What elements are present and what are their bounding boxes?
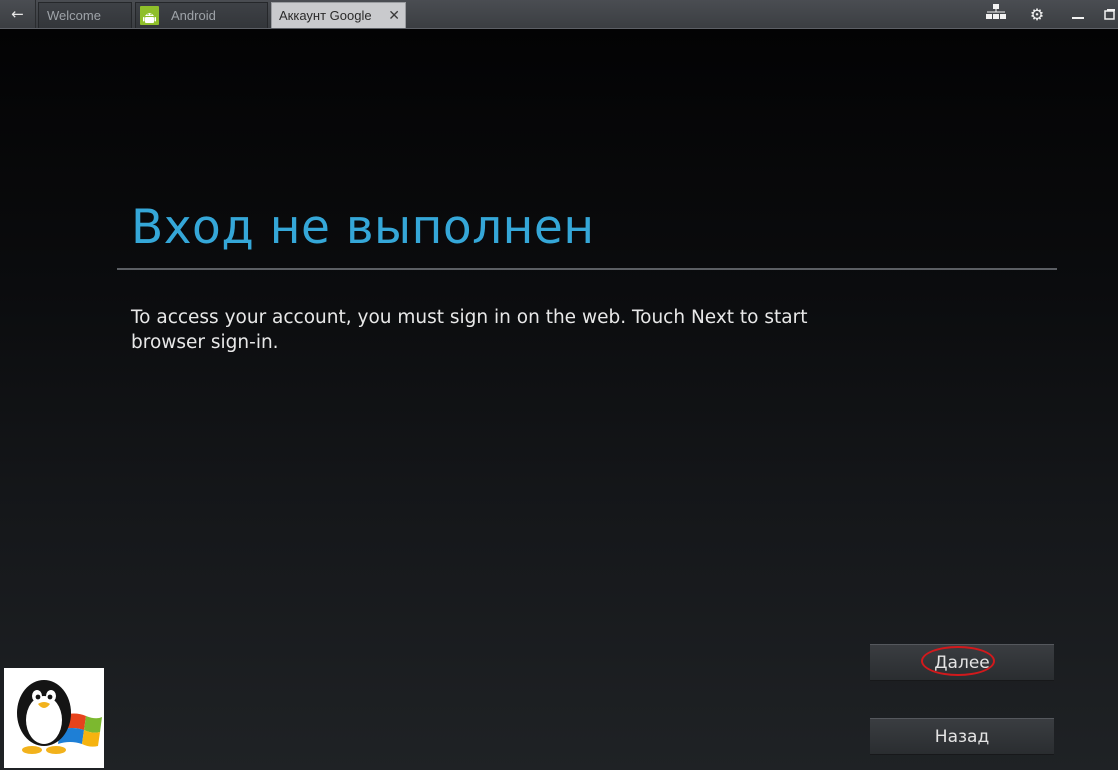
back-button[interactable]: Назад [870,718,1054,755]
red-annotation-ellipse [921,645,996,676]
next-button[interactable]: Далее [870,644,1054,681]
gear-icon: ⚙ [1029,4,1045,24]
tab-android[interactable]: Android [135,2,268,28]
back-arrow-button[interactable]: ← [0,0,36,28]
tab-label: Аккаунт Google [279,8,372,23]
arrow-left-icon: ← [11,5,24,23]
tab-label: Welcome [47,8,101,23]
tab-google-account[interactable]: Аккаунт Google ✕ [271,2,406,28]
title-divider [117,268,1057,270]
next-button-label-wrap: Далее [921,645,999,676]
tab-bar: ← Welcome Android Аккаунт Google ✕ ⚙ [0,0,1118,29]
minimize-button[interactable] [1066,0,1090,28]
back-button-label: Назад [934,726,990,747]
watermark-logo [4,668,104,768]
close-icon[interactable]: ✕ [388,7,400,23]
page-title: Вход не выполнен [131,200,595,255]
network-icon [985,4,1007,24]
maximize-icon [1104,5,1116,24]
android-icon [140,6,159,25]
tab-label: Android [171,8,216,23]
emulator-window: ← Welcome Android Аккаунт Google ✕ ⚙ Вхо… [0,0,1118,770]
network-button[interactable] [982,0,1010,28]
maximize-button[interactable] [1104,0,1118,28]
android-screen: Вход не выполнен To access your account,… [0,29,1118,770]
settings-button[interactable]: ⚙ [1024,0,1050,28]
info-message: To access your account, you must sign in… [131,307,808,353]
minimize-icon [1072,5,1084,24]
tab-welcome[interactable]: Welcome [38,2,132,28]
